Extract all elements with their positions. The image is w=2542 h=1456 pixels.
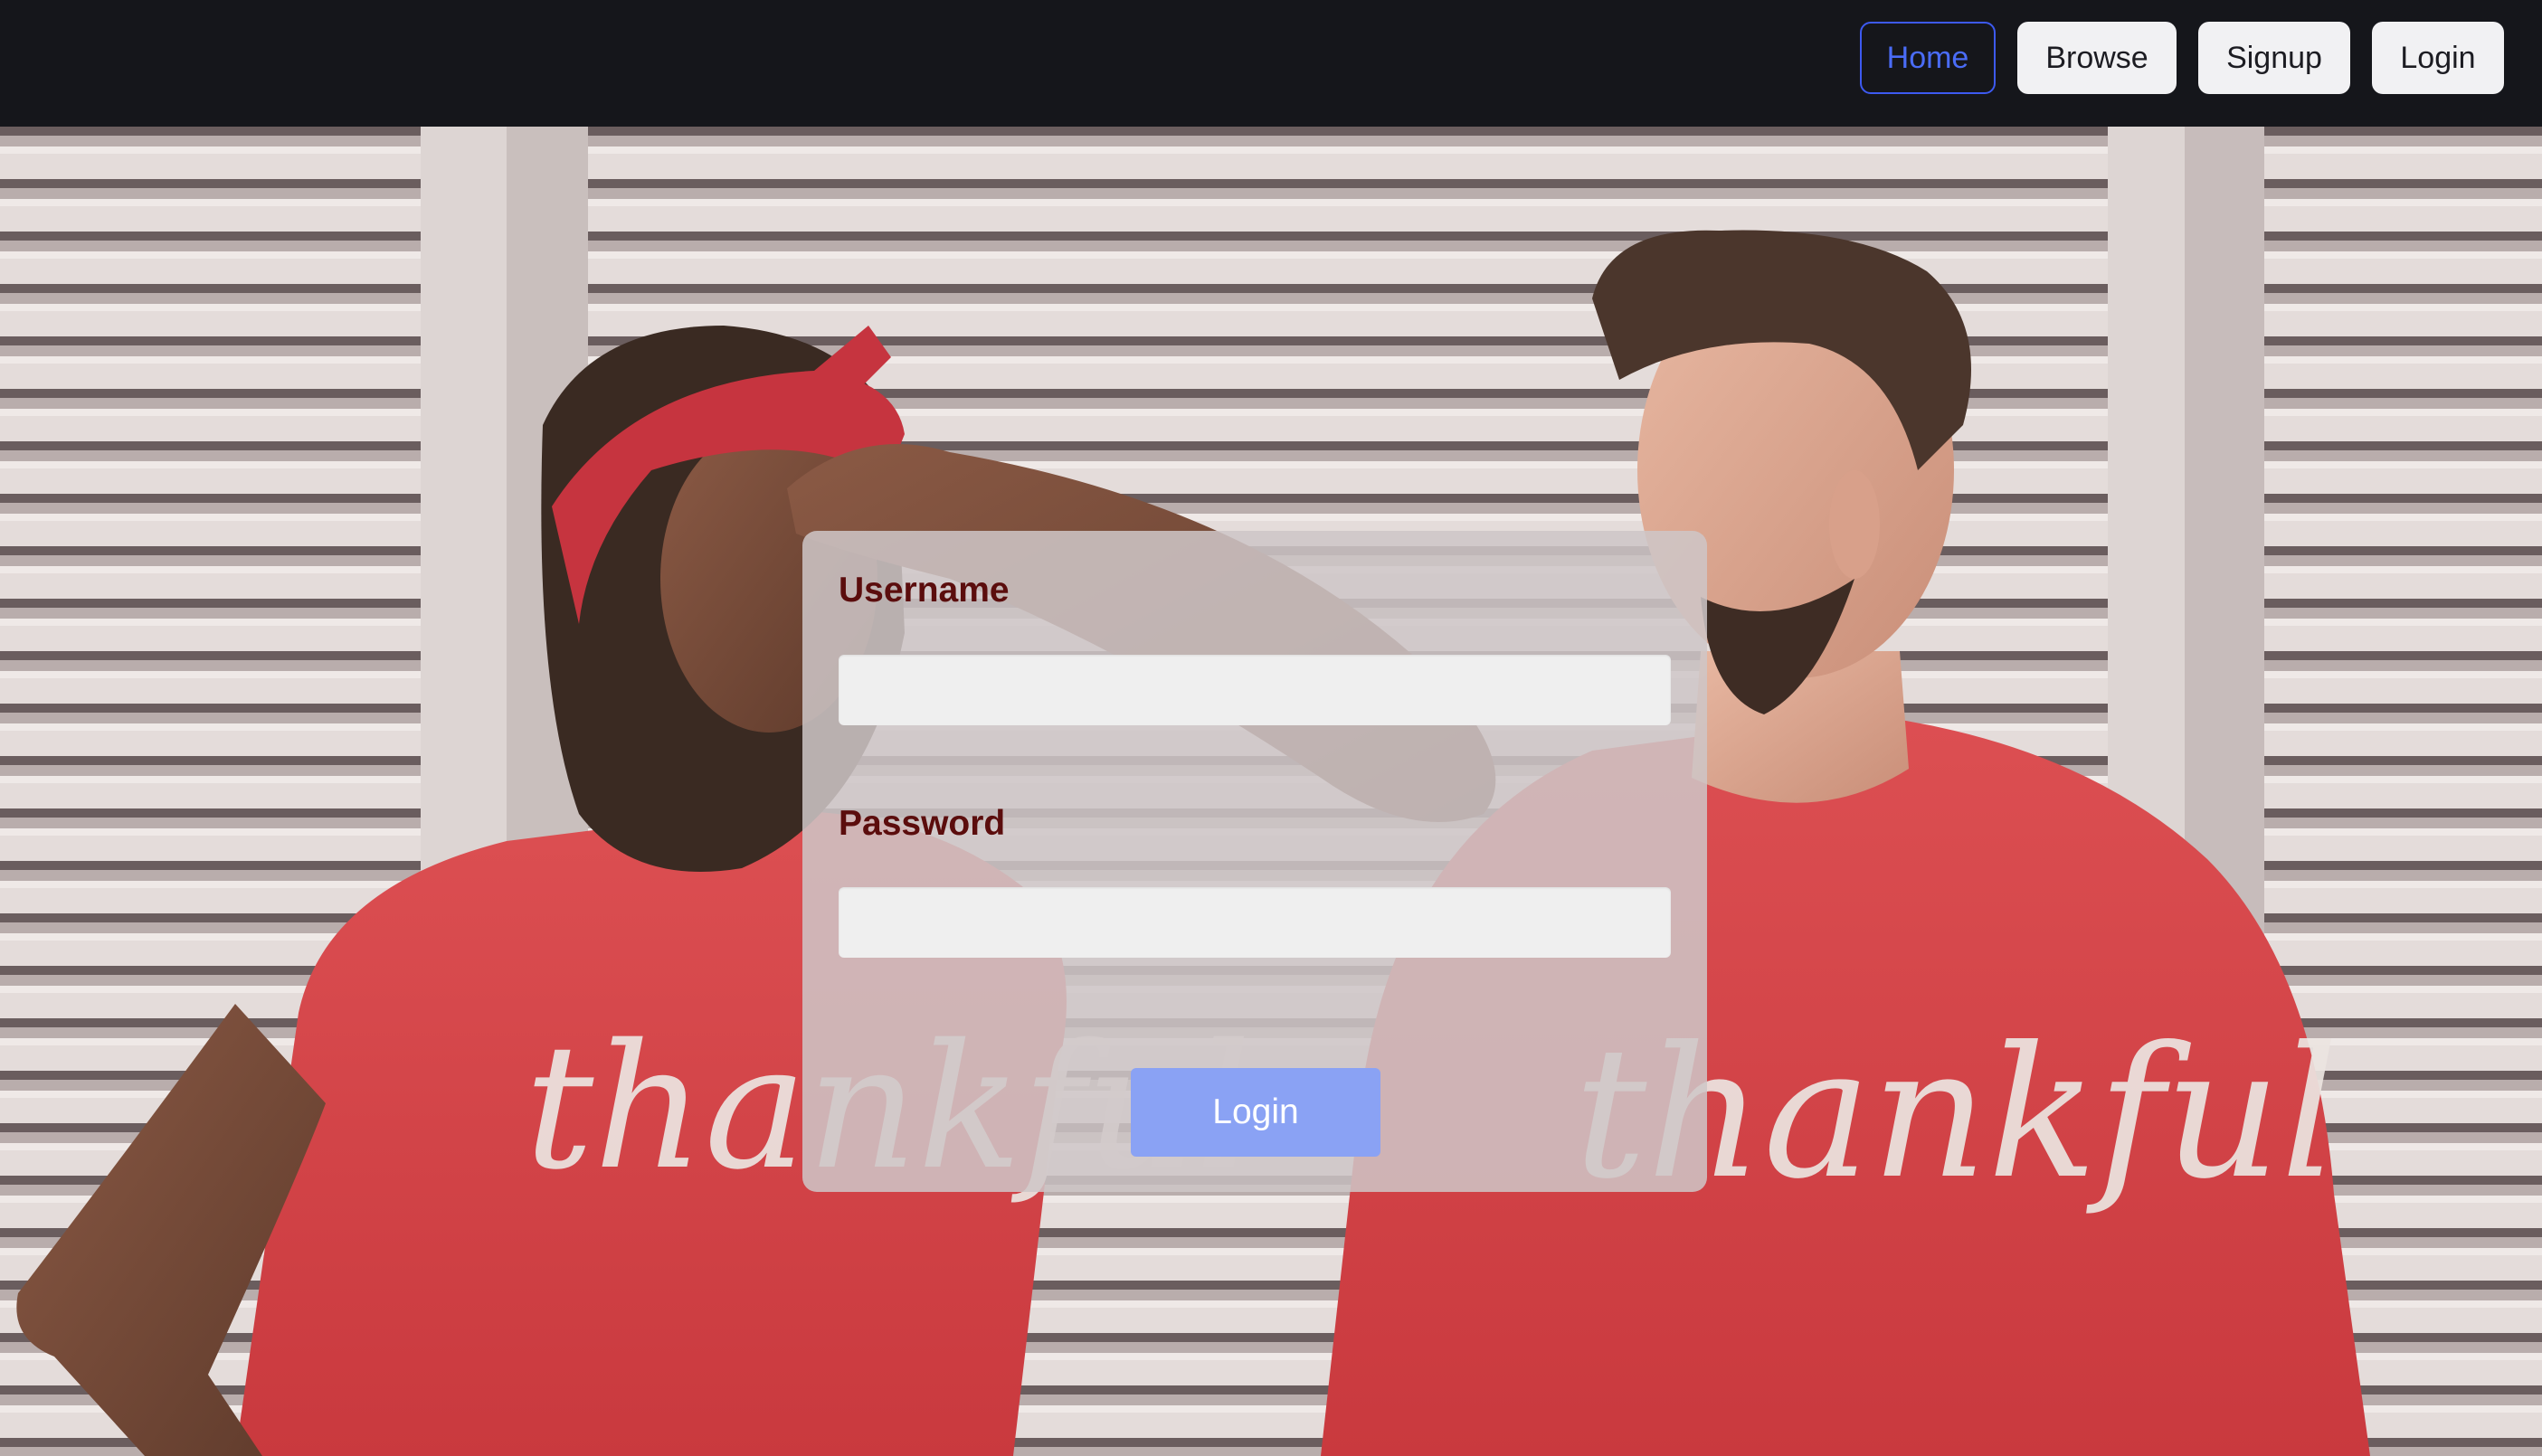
password-label: Password: [839, 804, 1006, 843]
username-label: Username: [839, 571, 1010, 610]
nav-login-button[interactable]: Login: [2372, 22, 2504, 94]
nav-signup-button[interactable]: Signup: [2198, 22, 2350, 94]
top-navbar: Home Browse Signup Login: [0, 0, 2542, 127]
nav-browse-button[interactable]: Browse: [2017, 22, 2177, 94]
nav-home-button[interactable]: Home: [1860, 22, 1996, 94]
username-input[interactable]: [839, 655, 1671, 725]
login-form-card: Username Password Login: [802, 531, 1707, 1192]
login-page: Home Browse Signup Login thankful Userna…: [0, 0, 2542, 1456]
password-input[interactable]: [839, 887, 1671, 958]
login-submit-button[interactable]: Login: [1131, 1068, 1380, 1157]
